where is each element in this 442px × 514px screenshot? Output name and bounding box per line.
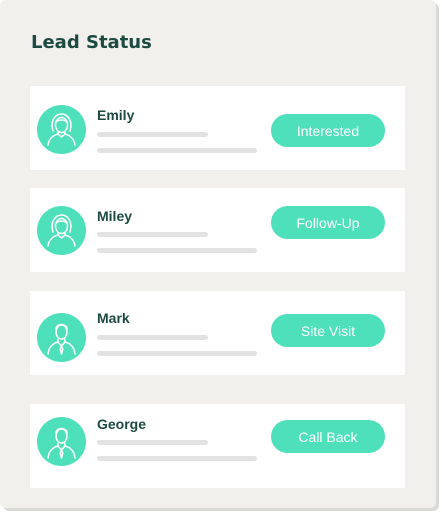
placeholder-line — [97, 232, 208, 237]
placeholder-line — [97, 456, 257, 461]
placeholder-line — [97, 132, 208, 137]
lead-name: George — [97, 416, 147, 432]
male-avatar-icon — [37, 417, 86, 466]
placeholder-line — [97, 248, 257, 253]
lead-card-mark: Mark Site Visit — [30, 291, 405, 375]
status-button-follow-up[interactable]: Follow-Up — [271, 206, 385, 239]
female-avatar-icon — [37, 105, 86, 154]
status-button-interested[interactable]: Interested — [271, 114, 385, 147]
placeholder-line — [97, 148, 257, 153]
lead-name: Miley — [97, 208, 133, 224]
placeholder-line — [97, 351, 257, 356]
lead-name: Emily — [97, 107, 135, 123]
lead-name: Mark — [97, 310, 130, 326]
status-button-call-back[interactable]: Call Back — [271, 420, 385, 453]
placeholder-line — [97, 335, 208, 340]
male-avatar-icon — [37, 313, 86, 362]
lead-card-emily: Emily Interested — [30, 86, 405, 170]
lead-card-george: George Call Back — [30, 404, 405, 488]
lead-card-miley: Miley Follow-Up — [30, 188, 405, 272]
lead-status-panel: Lead Status Emily Interested Miley Follo… — [0, 0, 436, 508]
placeholder-line — [97, 440, 208, 445]
panel-title: Lead Status — [31, 32, 152, 53]
female-avatar-icon — [37, 206, 86, 255]
status-button-site-visit[interactable]: Site Visit — [271, 314, 385, 347]
